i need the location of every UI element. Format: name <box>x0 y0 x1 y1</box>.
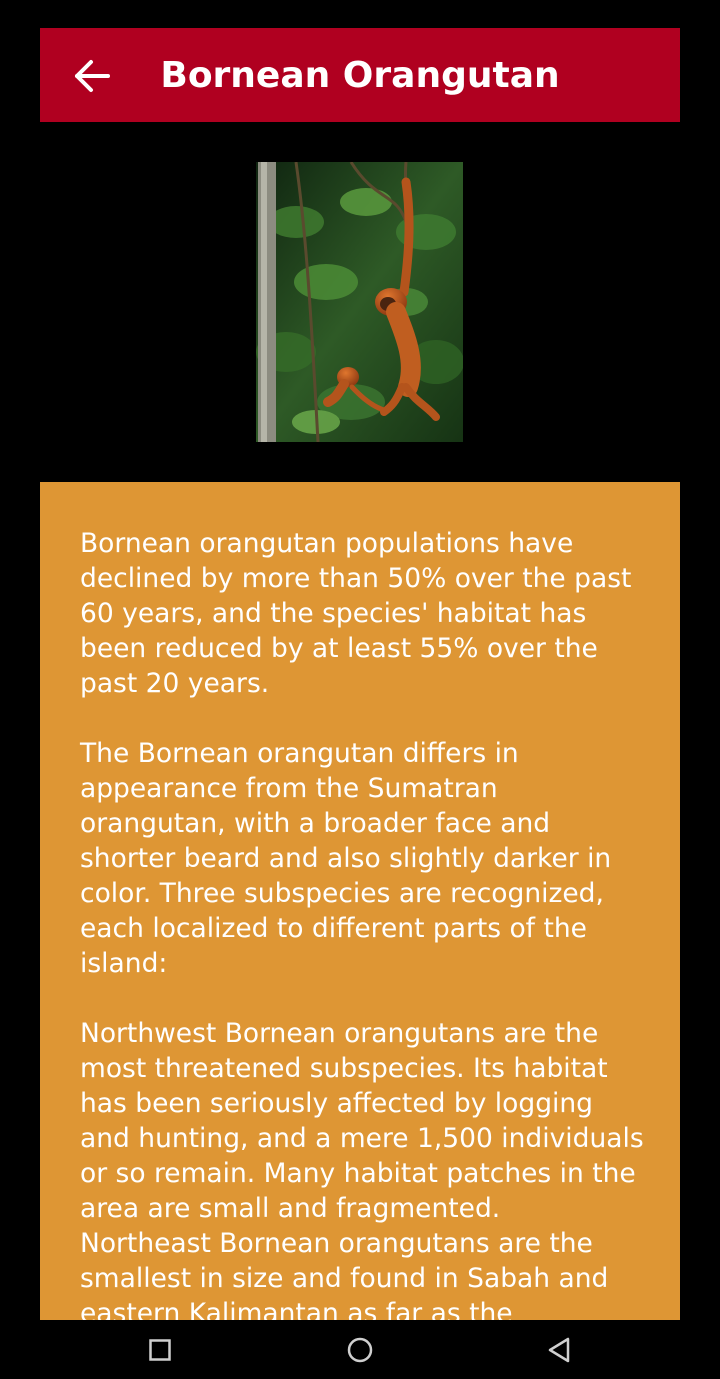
description-text: Bornean orangutan populations have decli… <box>80 526 650 1320</box>
circle-icon <box>347 1337 373 1363</box>
paragraph-appearance: The Bornean orangutan differs in appeara… <box>80 738 612 979</box>
paragraph-subspecies: Northwest Bornean orangutans are the mos… <box>80 1018 644 1320</box>
home-button[interactable] <box>338 1328 382 1372</box>
page-title: Bornean Orangutan <box>160 55 560 96</box>
nav-back-button[interactable] <box>537 1328 581 1372</box>
description-card[interactable]: Bornean orangutan populations have decli… <box>40 482 680 1320</box>
orangutan-photo <box>256 162 463 442</box>
system-nav-bar <box>0 1320 720 1379</box>
back-button[interactable] <box>68 52 116 100</box>
recents-button[interactable] <box>138 1328 182 1372</box>
arrow-left-icon <box>75 60 110 92</box>
square-icon <box>149 1339 171 1361</box>
app-header: Bornean Orangutan <box>40 28 680 122</box>
paragraph-population: Bornean orangutan populations have decli… <box>80 528 632 699</box>
orangutan-photo-image <box>256 162 463 442</box>
triangle-back-icon <box>548 1337 570 1363</box>
